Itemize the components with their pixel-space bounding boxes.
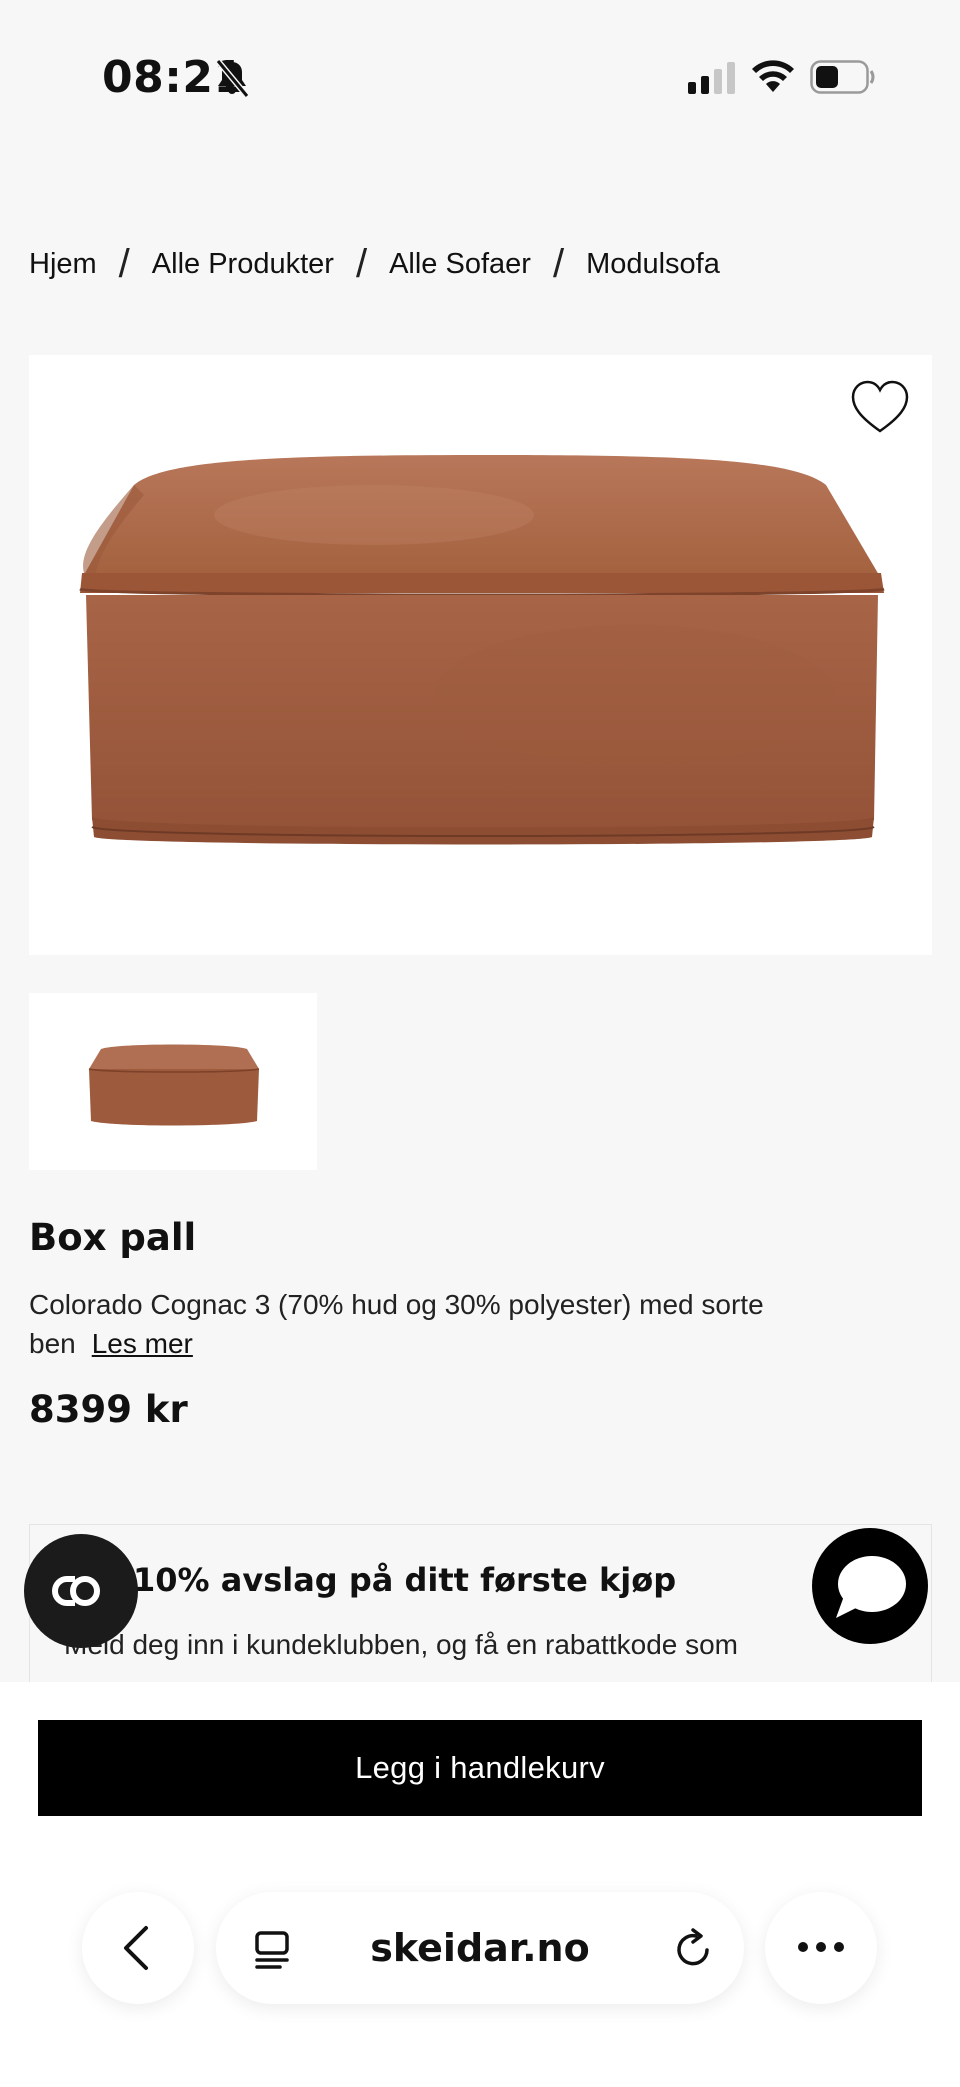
breadcrumb-item-home[interactable]: Hjem — [29, 248, 97, 281]
product-price: 8399 kr — [29, 1388, 188, 1431]
breadcrumb-item-modular-sofa[interactable]: Modulsofa — [586, 248, 720, 281]
bottom-bar: Legg i handlekurv skeidar.no — [0, 1682, 960, 2087]
promo-banner: 10% avslag på ditt første kjøp Meld deg … — [29, 1524, 932, 1684]
heart-icon[interactable] — [850, 379, 910, 435]
breadcrumb-item-all-products[interactable]: Alle Produkter — [152, 248, 334, 281]
chat-bubble-icon — [836, 1556, 906, 1618]
breadcrumb-item-all-sofas[interactable]: Alle Sofaer — [389, 248, 531, 281]
promo-text: Meld deg inn i kundeklubben, og få en ra… — [64, 1629, 739, 1660]
co-browse-button[interactable] — [24, 1534, 138, 1648]
reload-icon[interactable] — [672, 1928, 714, 1970]
status-bar: 08:21 — [0, 0, 960, 150]
url-text[interactable]: skeidar.no — [216, 1926, 744, 1970]
bell-off-icon — [215, 59, 250, 98]
link-icon — [52, 1575, 100, 1607]
product-title: Box pall — [29, 1216, 197, 1259]
ottoman-illustration — [79, 455, 885, 845]
product-main-image[interactable] — [29, 355, 932, 955]
product-thumbnail[interactable] — [29, 993, 317, 1170]
read-more-link[interactable]: Les mer — [92, 1328, 193, 1359]
ottoman-thumbnail-illustration — [88, 1044, 260, 1126]
signal-icon — [688, 62, 735, 94]
add-to-cart-button[interactable]: Legg i handlekurv — [38, 1720, 922, 1816]
more-dots-icon — [798, 1942, 844, 1952]
address-bar[interactable]: skeidar.no — [216, 1892, 744, 2004]
promo-title: 10% avslag på ditt første kjøp — [133, 1561, 677, 1599]
chevron-left-icon — [124, 1926, 148, 1970]
wifi-icon — [752, 60, 794, 92]
browser-back-button[interactable] — [82, 1892, 194, 2004]
battery-icon — [810, 60, 875, 94]
breadcrumb-separator: / — [118, 242, 130, 286]
breadcrumb: Hjem / Alle Produkter / Alle Sofaer / Mo… — [29, 244, 720, 284]
breadcrumb-separator: / — [355, 242, 368, 286]
chat-button[interactable] — [812, 1528, 928, 1644]
browser-more-button[interactable] — [765, 1892, 877, 2004]
product-description: Colorado Cognac 3 (70% hud og 30% polyes… — [29, 1285, 789, 1363]
breadcrumb-separator: / — [552, 242, 565, 286]
